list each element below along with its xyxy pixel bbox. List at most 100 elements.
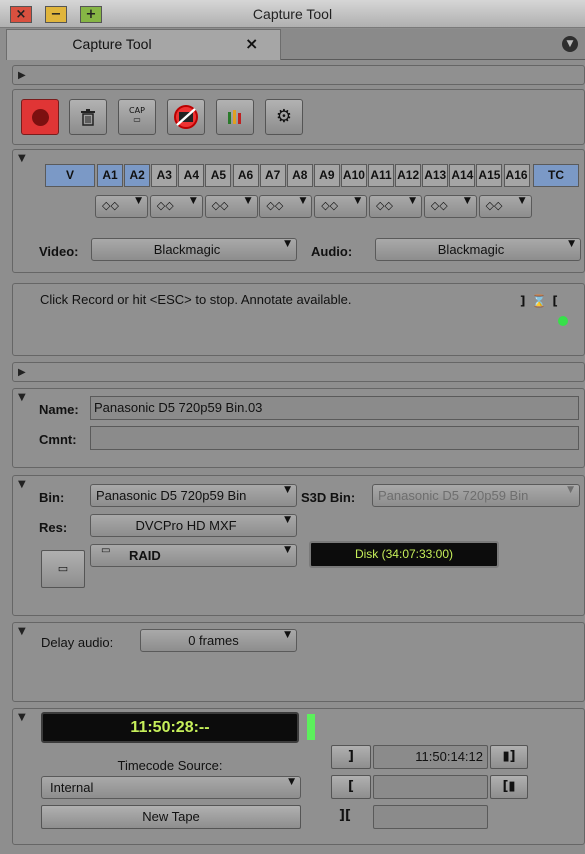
drive-select[interactable]: ▭ RAID ▼ xyxy=(90,544,297,567)
clip-info-panel: ▼ Name: Panasonic D5 720p59 Bin.03 Cmnt: xyxy=(12,388,585,468)
channel-select-3[interactable]: ◇◇ ▼ xyxy=(204,195,258,218)
track-a4[interactable]: A4 xyxy=(178,164,205,187)
record-button[interactable] xyxy=(21,99,59,135)
resolution-select[interactable]: DVCPro HD MXF ▼ xyxy=(90,514,297,537)
timecode-source-value: Internal xyxy=(50,780,94,795)
tracks-panel: ▼ V TC Video: Blackmagic ▼ Audio: Blackma… xyxy=(12,149,585,273)
message-panel: Click Record or hit <ESC> to stop. Annot… xyxy=(12,283,585,356)
go-to-out-button[interactable]: [▮ xyxy=(490,775,528,799)
no-capture-button[interactable] xyxy=(167,99,205,135)
track-a15[interactable]: A15 xyxy=(476,164,503,187)
chevron-down-icon: ▼ xyxy=(244,196,252,206)
chevron-down-icon: ▼ xyxy=(135,196,142,206)
tab-menu-icon[interactable]: ▼ xyxy=(562,36,578,52)
chevron-down-icon: ▼ xyxy=(189,196,197,206)
s3d-bin-select[interactable]: Panasonic D5 720p59 Bin ▼ xyxy=(372,484,580,507)
track-a14[interactable]: A14 xyxy=(449,164,476,187)
audio-label: Audio: xyxy=(311,244,353,259)
video-source-value: Blackmagic xyxy=(153,242,221,257)
capture-mode-button[interactable]: CAP ▭ xyxy=(118,99,156,135)
bin-select[interactable]: Panasonic D5 720p59 Bin ▼ xyxy=(90,484,297,507)
channel-select-value: ◇◇ xyxy=(485,200,503,212)
track-a16[interactable]: A16 xyxy=(503,164,530,187)
channel-select-8[interactable]: ◇◇ ▼ xyxy=(478,195,532,218)
channel-select-1[interactable]: ◇◇ ▼ xyxy=(95,195,148,218)
video-source-select[interactable]: Blackmagic ▼ xyxy=(91,238,297,261)
collapsed-panel-top: ▶ xyxy=(12,65,585,85)
trash-button[interactable] xyxy=(69,99,107,135)
mark-in-field[interactable]: 11:50:14:12 xyxy=(373,745,488,769)
duration-field[interactable] xyxy=(373,805,488,829)
track-a13[interactable]: A13 xyxy=(422,164,449,187)
channel-select-4[interactable]: ◇◇ ▼ xyxy=(259,195,313,218)
channel-select-5[interactable]: ◇◇ ▼ xyxy=(314,195,368,218)
single-drive-button[interactable]: ▭ xyxy=(41,550,85,588)
tab-title: Capture Tool xyxy=(72,36,152,52)
track-a9[interactable]: A9 xyxy=(313,164,340,187)
chevron-down-icon: ▼ xyxy=(463,196,471,206)
track-a12[interactable]: A12 xyxy=(395,164,422,187)
channel-select-6[interactable]: ◇◇ ▼ xyxy=(369,195,422,218)
track-a8[interactable]: A8 xyxy=(286,164,313,187)
drive-icon: ▭ xyxy=(101,545,111,556)
collapse-triangle-icon[interactable]: ▼ xyxy=(18,392,26,403)
track-a11[interactable]: A11 xyxy=(368,164,395,187)
collapse-triangle-icon[interactable]: ▼ xyxy=(18,712,26,723)
channel-select-value: ◇◇ xyxy=(321,200,339,212)
target-panel: ▼ Bin: Panasonic D5 720p59 Bin ▼ S3D Bin:… xyxy=(12,475,585,616)
new-tape-button[interactable]: New Tape xyxy=(41,805,301,829)
channel-select-value: ◇◇ xyxy=(430,200,448,212)
s3d-bin-label: S3D Bin: xyxy=(301,490,356,505)
track-a6[interactable]: A6 xyxy=(232,164,259,187)
delay-audio-panel: ▼ Delay audio: 0 frames ▼ xyxy=(12,622,585,702)
chevron-down-icon: ▼ xyxy=(299,196,307,206)
track-a1[interactable]: A1 xyxy=(97,164,124,187)
expand-triangle-icon[interactable]: ▶ xyxy=(18,367,26,378)
mark-in-button[interactable]: ] xyxy=(331,745,371,769)
track-a5[interactable]: A5 xyxy=(205,164,232,187)
clip-comment-field[interactable] xyxy=(90,426,579,450)
timecode-source-select[interactable]: Internal ▼ xyxy=(41,776,301,799)
go-to-out-icon: [▮ xyxy=(502,779,516,794)
channel-select-7[interactable]: ◇◇ ▼ xyxy=(423,195,477,218)
go-to-in-button[interactable]: ▮] xyxy=(490,745,528,769)
track-a2[interactable]: A2 xyxy=(124,164,151,187)
delay-audio-label: Delay audio: xyxy=(41,635,114,650)
bin-value: Panasonic D5 720p59 Bin xyxy=(96,488,247,503)
track-v[interactable]: V xyxy=(45,164,95,187)
track-tc[interactable]: TC xyxy=(533,164,579,187)
audio-level-meter xyxy=(307,714,315,740)
clip-name-field[interactable]: Panasonic D5 720p59 Bin.03 xyxy=(90,396,579,420)
chevron-down-icon: ▼ xyxy=(284,630,291,640)
chevron-down-icon: ▼ xyxy=(354,196,362,206)
resolution-value: DVCPro HD MXF xyxy=(135,518,237,533)
status-led xyxy=(558,316,568,326)
duration-icon: ][ xyxy=(339,808,351,823)
mark-out-button[interactable]: [ xyxy=(331,775,371,799)
chevron-down-icon: ▼ xyxy=(284,239,291,249)
audio-source-select[interactable]: Blackmagic ▼ xyxy=(375,238,581,261)
collapse-triangle-icon[interactable]: ▼ xyxy=(18,626,26,637)
track-a10[interactable]: A10 xyxy=(340,164,367,187)
channel-select-2[interactable]: ◇◇ ▼ xyxy=(149,195,203,218)
track-a3[interactable]: A3 xyxy=(151,164,178,187)
channel-select-value: ◇◇ xyxy=(102,200,119,212)
window-titlebar: × − + Capture Tool xyxy=(0,0,585,28)
collapse-triangle-icon[interactable]: ▼ xyxy=(18,479,26,490)
mark-out-icon: [ xyxy=(348,779,354,794)
chevron-down-icon: ▼ xyxy=(284,485,291,495)
audio-meter-button[interactable] xyxy=(216,99,254,135)
settings-button[interactable]: ⚙ xyxy=(265,99,303,135)
res-label: Res: xyxy=(39,520,68,535)
delay-audio-value: 0 frames xyxy=(188,633,239,648)
delay-audio-select[interactable]: 0 frames ▼ xyxy=(140,629,297,652)
timecode-source-label: Timecode Source: xyxy=(117,758,223,773)
mark-out-field[interactable] xyxy=(373,775,488,799)
tab-capture-tool[interactable]: Capture Tool × xyxy=(6,29,281,60)
expand-triangle-icon[interactable]: ▶ xyxy=(18,70,26,81)
chevron-down-icon: ▼ xyxy=(409,196,416,206)
tab-close-icon[interactable]: × xyxy=(245,34,258,53)
track-a7[interactable]: A7 xyxy=(259,164,286,187)
mark-in-icon: ] xyxy=(348,749,354,764)
collapse-triangle-icon[interactable]: ▼ xyxy=(18,153,26,164)
